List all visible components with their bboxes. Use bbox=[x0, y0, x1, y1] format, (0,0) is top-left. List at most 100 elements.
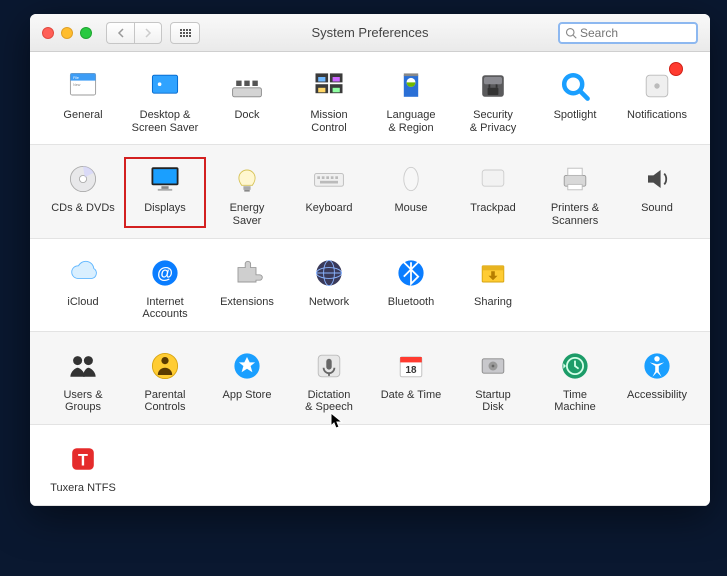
startup-disk-icon bbox=[471, 346, 515, 386]
pref-energy-saver[interactable]: Energy Saver bbox=[206, 157, 288, 227]
pref-accessibility[interactable]: Accessibility bbox=[616, 344, 698, 414]
pref-label: Date & Time bbox=[381, 389, 442, 402]
pref-users-groups[interactable]: Users & Groups bbox=[42, 344, 124, 414]
tuxera-ntfs-icon: T bbox=[61, 439, 105, 479]
security-privacy-icon bbox=[471, 66, 515, 106]
pref-label: Internet Accounts bbox=[142, 296, 187, 321]
pref-mission-control[interactable]: Mission Control bbox=[288, 64, 370, 134]
pref-trackpad[interactable]: Trackpad bbox=[452, 157, 534, 227]
internet-section: iCloud @ Internet Accounts Extensions Networ… bbox=[30, 239, 710, 332]
zoom-icon[interactable] bbox=[80, 27, 92, 39]
svg-text:@: @ bbox=[157, 264, 173, 282]
window-controls bbox=[42, 27, 92, 39]
pref-startup-disk[interactable]: Startup Disk bbox=[452, 344, 534, 414]
pref-general[interactable]: FileNewGeneral bbox=[42, 64, 124, 134]
pref-label: Keyboard bbox=[305, 202, 352, 215]
pref-dock[interactable]: Dock bbox=[206, 64, 288, 134]
pref-desktop-screensaver[interactable]: Desktop & Screen Saver bbox=[124, 64, 206, 134]
pref-displays[interactable]: Displays bbox=[124, 157, 206, 227]
notifications-icon bbox=[635, 66, 679, 106]
chevron-right-icon bbox=[144, 28, 152, 38]
system-section: Users & Groups Parental Controls App Store… bbox=[30, 332, 710, 425]
chevron-left-icon bbox=[117, 28, 125, 38]
general-icon: File New bbox=[61, 66, 105, 106]
pref-label: Sound bbox=[641, 202, 673, 215]
pref-label: Parental Controls bbox=[145, 389, 186, 414]
pref-label: Dictation & Speech bbox=[305, 389, 353, 414]
pref-time-machine[interactable]: Time Machine bbox=[534, 344, 616, 414]
pref-keyboard[interactable]: Keyboard bbox=[288, 157, 370, 227]
time-machine-icon bbox=[553, 346, 597, 386]
pref-label: Sharing bbox=[474, 296, 512, 309]
sound-icon bbox=[635, 159, 679, 199]
search-input[interactable] bbox=[580, 26, 691, 40]
extensions-icon bbox=[225, 253, 269, 293]
sharing-icon bbox=[471, 253, 515, 293]
pref-label: Printers & Scanners bbox=[551, 202, 599, 227]
pref-label: Language & Region bbox=[387, 109, 436, 134]
pref-label: Spotlight bbox=[554, 109, 597, 122]
icloud-icon bbox=[61, 253, 105, 293]
pref-date-time[interactable]: 18 Date & Time bbox=[370, 344, 452, 414]
forward-button[interactable] bbox=[134, 22, 162, 44]
pref-parental-controls[interactable]: Parental Controls bbox=[124, 344, 206, 414]
pref-sharing[interactable]: Sharing bbox=[452, 251, 534, 321]
minimize-icon[interactable] bbox=[61, 27, 73, 39]
mission-control-icon bbox=[307, 66, 351, 106]
pref-label: Users & Groups bbox=[63, 389, 102, 414]
printers-scanners-icon bbox=[553, 159, 597, 199]
pref-label: Dock bbox=[234, 109, 259, 122]
titlebar: System Preferences bbox=[30, 14, 710, 52]
desktop-screensaver-icon bbox=[143, 66, 187, 106]
pref-label: iCloud bbox=[67, 296, 98, 309]
pref-label: App Store bbox=[223, 389, 272, 402]
pref-label: Time Machine bbox=[554, 389, 596, 414]
search-field[interactable] bbox=[558, 22, 698, 44]
thirdparty-section: T Tuxera NTFS bbox=[30, 425, 710, 506]
pref-label: Tuxera NTFS bbox=[50, 482, 116, 495]
search-icon bbox=[565, 27, 577, 39]
pref-bluetooth[interactable]: Bluetooth bbox=[370, 251, 452, 321]
system-preferences-window: System Preferences FileNewGeneralDesktop… bbox=[30, 14, 710, 506]
pref-label: Startup Disk bbox=[475, 389, 510, 414]
pref-extensions[interactable]: Extensions bbox=[206, 251, 288, 321]
spotlight-icon bbox=[553, 66, 597, 106]
pref-internet-accounts[interactable]: @ Internet Accounts bbox=[124, 251, 206, 321]
pref-label: Desktop & Screen Saver bbox=[132, 109, 199, 134]
pref-label: Energy Saver bbox=[230, 202, 265, 227]
pref-dictation-speech[interactable]: Dictation & Speech bbox=[288, 344, 370, 414]
pref-icloud[interactable]: iCloud bbox=[42, 251, 124, 321]
pref-mouse[interactable]: Mouse bbox=[370, 157, 452, 227]
bluetooth-icon bbox=[389, 253, 433, 293]
pref-label: Accessibility bbox=[627, 389, 687, 402]
pref-language-region[interactable]: Language & Region bbox=[370, 64, 452, 134]
keyboard-icon bbox=[307, 159, 351, 199]
energy-saver-icon bbox=[225, 159, 269, 199]
show-all-button[interactable] bbox=[170, 22, 200, 44]
date-time-icon: 18 bbox=[389, 346, 433, 386]
dock-icon bbox=[225, 66, 269, 106]
pref-label: Notifications bbox=[627, 109, 687, 122]
pref-network[interactable]: Network bbox=[288, 251, 370, 321]
pref-spotlight[interactable]: Spotlight bbox=[534, 64, 616, 134]
pref-tuxera-ntfs[interactable]: T Tuxera NTFS bbox=[42, 437, 124, 495]
svg-text:File: File bbox=[73, 76, 79, 80]
close-icon[interactable] bbox=[42, 27, 54, 39]
svg-text:T: T bbox=[78, 451, 88, 469]
pref-app-store[interactable]: App Store bbox=[206, 344, 288, 414]
pref-printers-scanners[interactable]: Printers & Scanners bbox=[534, 157, 616, 227]
back-button[interactable] bbox=[106, 22, 134, 44]
pref-label: Extensions bbox=[220, 296, 274, 309]
displays-icon bbox=[143, 159, 187, 199]
notification-badge-icon bbox=[669, 62, 683, 76]
pref-sound[interactable]: Sound bbox=[616, 157, 698, 227]
mouse-icon bbox=[389, 159, 433, 199]
svg-text:New: New bbox=[73, 83, 81, 87]
pref-security-privacy[interactable]: Security & Privacy bbox=[452, 64, 534, 134]
personal-section: FileNewGeneralDesktop & Screen SaverDock… bbox=[30, 52, 710, 145]
hardware-section: CDs & DVDsDisplays Energy Saver Keyboard Mo… bbox=[30, 145, 710, 238]
pref-notifications[interactable]: Notifications bbox=[616, 64, 698, 134]
pref-cds-dvds[interactable]: CDs & DVDs bbox=[42, 157, 124, 227]
pref-label: Trackpad bbox=[470, 202, 515, 215]
users-groups-icon bbox=[61, 346, 105, 386]
